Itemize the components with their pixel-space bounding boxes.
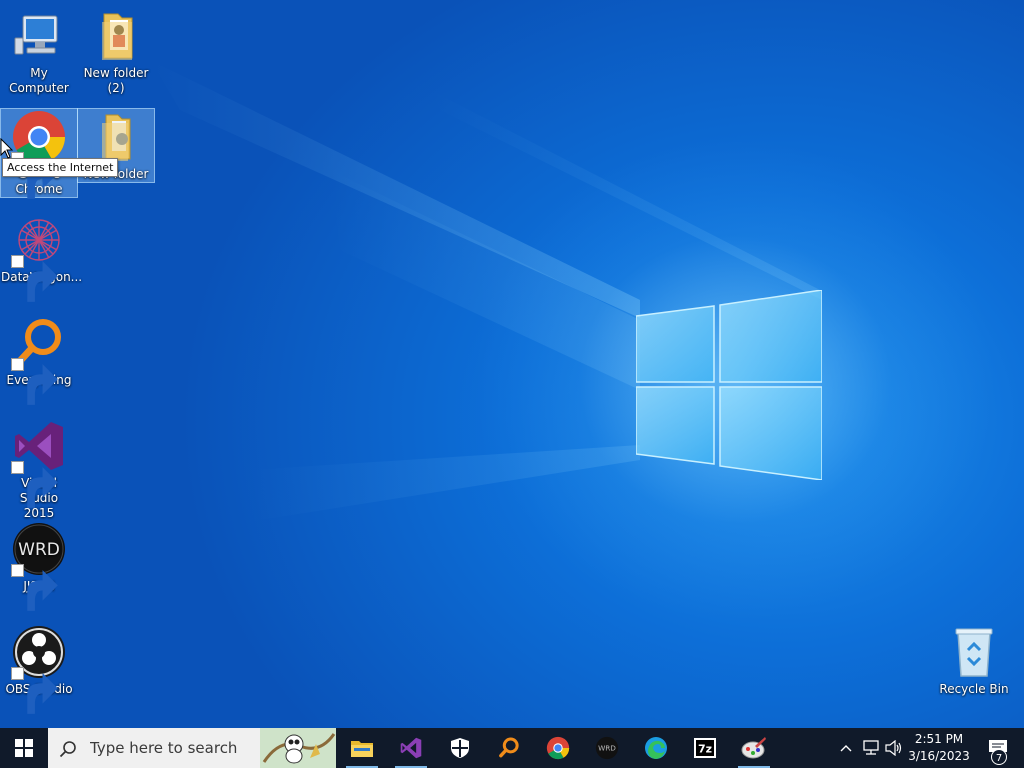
desktop-icon-obs-studio[interactable]: OBS Studio: [1, 624, 77, 714]
taskbar-paint-app[interactable]: [730, 728, 778, 768]
taskbar-visual-studio[interactable]: [387, 728, 435, 768]
visual-studio-icon: [400, 737, 422, 759]
shortcut-arrow-icon: [11, 461, 58, 508]
search-highlight-icon: [260, 728, 336, 768]
7zip-text: 7z: [698, 743, 712, 756]
taskbar-chrome[interactable]: [534, 728, 582, 768]
recycle-bin-icon: [955, 628, 993, 677]
desktop-icon-new-folder-2[interactable]: New folder (2): [78, 8, 154, 96]
desktop-icon-my-computer[interactable]: My Computer: [1, 8, 77, 96]
desktop-icon-label: My Computer: [9, 66, 69, 95]
tray-clock[interactable]: 2:51 PM 3/16/2023: [906, 728, 972, 768]
clock-time: 2:51 PM: [914, 732, 964, 746]
search-box[interactable]: [48, 728, 336, 768]
folder-icon: [102, 114, 131, 161]
folder-icon: [102, 13, 133, 60]
wrd-text: WRD: [598, 744, 616, 753]
desktop-icon-visual-studio[interactable]: Visual Studio 2015: [1, 418, 77, 521]
chevron-up-icon: [840, 745, 852, 752]
taskbar: WRD 7z 2:51 PM 3/16/: [0, 728, 1024, 768]
taskbar-7zip[interactable]: 7z: [681, 728, 729, 768]
taskbar-everything[interactable]: [485, 728, 533, 768]
desktop-icon-datawagon[interactable]: DataWagon...: [1, 212, 82, 302]
desktop-icon-label: New folder (2): [83, 66, 149, 95]
speaker-icon: [885, 740, 902, 756]
shortcut-arrow-icon: [11, 358, 58, 405]
notification-count: 7: [996, 753, 1002, 764]
desktop-icon-jjs-ui[interactable]: WRD JJS-UI: [1, 521, 77, 611]
notification-count-badge: 7: [991, 749, 1007, 765]
tooltip: Access the Internet: [2, 158, 119, 177]
everything-search-icon: [499, 737, 519, 758]
windows-security-icon: [451, 738, 469, 758]
network-icon: [863, 740, 879, 755]
desktop-icon-recycle-bin[interactable]: Recycle Bin: [936, 624, 1012, 697]
windows-logo-wallpaper: [636, 290, 822, 480]
windows-start-icon: [15, 739, 33, 757]
taskbar-edge[interactable]: [632, 728, 680, 768]
desktop-icon-label: Recycle Bin: [939, 682, 1009, 696]
paint-app-icon: [741, 737, 766, 759]
tray-show-hidden-icons[interactable]: [836, 728, 856, 768]
mouse-cursor: [0, 138, 14, 159]
taskbar-wrd[interactable]: WRD: [583, 728, 631, 768]
chrome-icon: [546, 736, 570, 760]
shortcut-arrow-icon: [11, 564, 58, 611]
shortcut-arrow-icon: [11, 667, 58, 714]
tray-volume[interactable]: [883, 728, 905, 768]
desktop[interactable]: My Computer New folder (2) Google Chrome: [0, 0, 1024, 728]
wrd-text: WRD: [18, 540, 60, 560]
computer-icon: [14, 15, 58, 55]
desktop-icon-everything[interactable]: Everything: [1, 315, 77, 405]
tray-network[interactable]: [859, 728, 883, 768]
file-explorer-icon: [351, 741, 373, 757]
search-icon: [48, 738, 88, 758]
7zip-icon: 7z: [694, 738, 716, 758]
clock-date: 3/16/2023: [908, 749, 970, 763]
shortcut-arrow-icon: [11, 255, 58, 302]
edge-icon: [645, 737, 667, 759]
start-button[interactable]: [0, 728, 48, 768]
taskbar-file-explorer[interactable]: [338, 728, 386, 768]
wrd-icon: WRD: [595, 736, 619, 760]
taskbar-windows-security[interactable]: [436, 728, 484, 768]
